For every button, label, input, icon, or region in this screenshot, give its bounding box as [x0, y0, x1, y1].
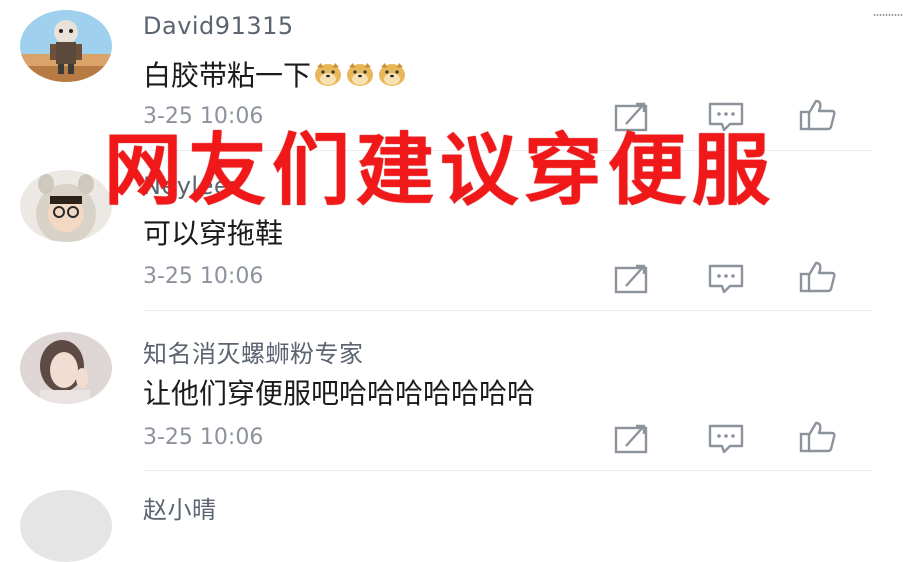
- comment-divider: [143, 470, 873, 471]
- like-icon[interactable]: [798, 98, 838, 132]
- like-icon[interactable]: [798, 420, 838, 454]
- comment-username[interactable]: 知名消灭螺蛳粉专家: [143, 334, 364, 369]
- doge-emoji-icon: [377, 61, 407, 87]
- comment-text-body: 白胶带粘一下: [143, 59, 312, 92]
- reply-icon[interactable]: [706, 262, 746, 296]
- comment-text: 让他们穿便服吧哈哈哈哈哈哈哈: [143, 377, 536, 410]
- avatar[interactable]: [20, 170, 112, 242]
- share-icon[interactable]: [612, 422, 652, 456]
- like-icon[interactable]: [798, 260, 838, 294]
- more-menu-dots[interactable]: [873, 14, 903, 16]
- comment-divider: [143, 310, 873, 311]
- comment-text: 白胶带粘一下: [143, 54, 407, 94]
- comment-timestamp: 3-25 10:06: [143, 425, 264, 450]
- reply-icon[interactable]: [706, 422, 746, 456]
- comment-username[interactable]: David91315: [143, 12, 294, 40]
- comment-timestamp: 3-25 10:06: [143, 264, 264, 289]
- doge-emoji-icon: [313, 61, 343, 87]
- overlay-caption: 网友们建议穿便服: [104, 126, 777, 216]
- avatar[interactable]: [20, 10, 112, 82]
- doge-emoji-icon: [345, 61, 375, 87]
- comment-username[interactable]: 赵小晴: [143, 490, 217, 525]
- avatar[interactable]: [20, 332, 112, 404]
- share-icon[interactable]: [612, 262, 652, 296]
